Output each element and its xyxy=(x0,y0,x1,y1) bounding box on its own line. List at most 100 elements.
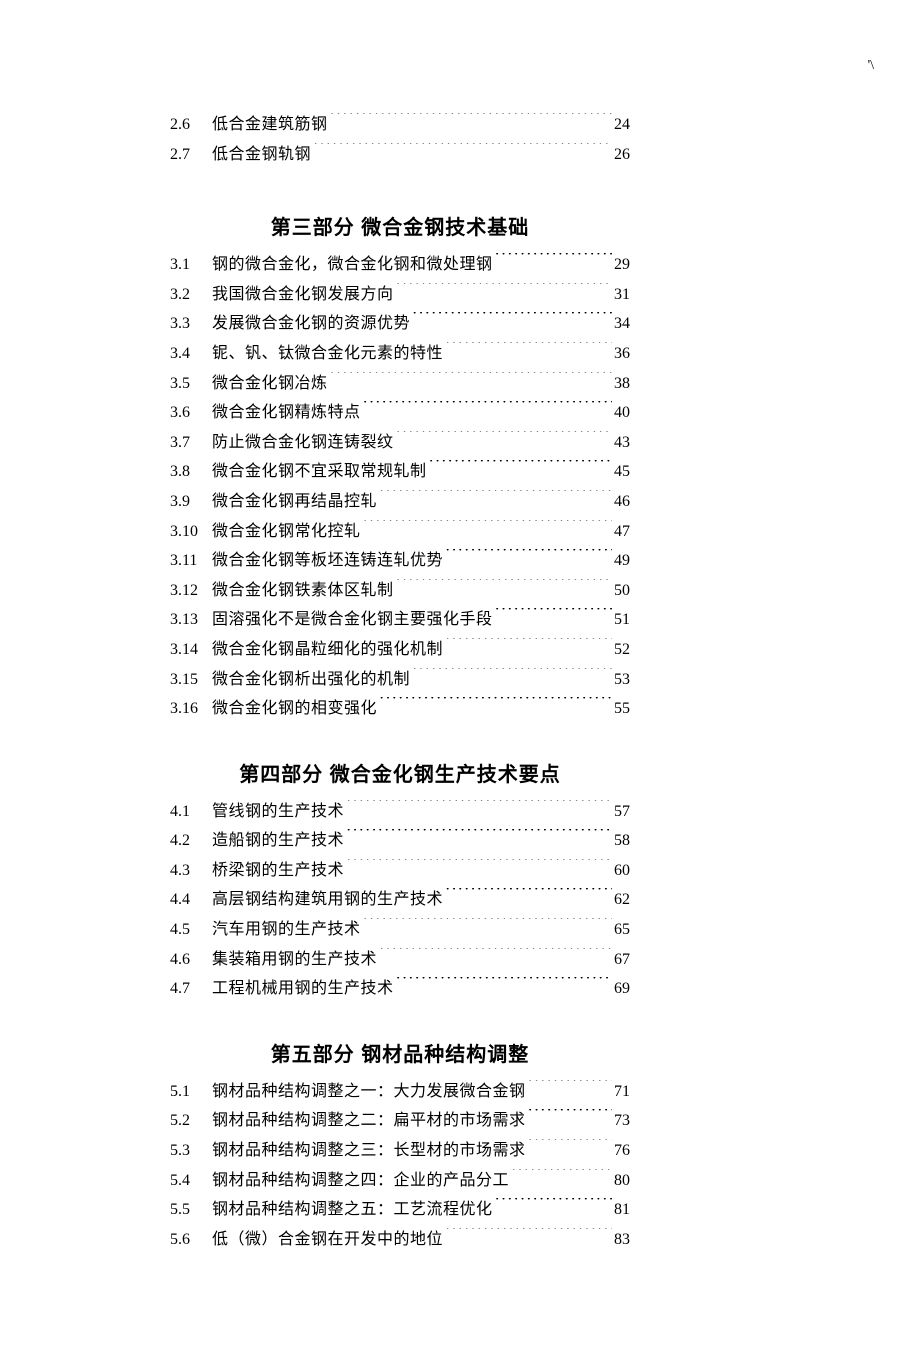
toc-entry-page: 24 xyxy=(612,110,630,140)
toc-entry-title: 钢的微合金化，微合金化钢和微处理钢 xyxy=(212,250,493,280)
toc-entry-number: 3.11 xyxy=(170,546,212,576)
toc-entry-title: 低（微）合金钢在开发中的地位 xyxy=(212,1225,443,1255)
toc-leader-dots xyxy=(394,977,612,993)
toc-leader-dots xyxy=(344,859,612,875)
toc-entry-title: 汽车用钢的生产技术 xyxy=(212,915,361,945)
toc-entry: 3.16微合金化钢的相变强化 55 xyxy=(170,694,630,724)
toc-entry-page: 36 xyxy=(612,339,630,369)
toc-entry: 2.7低合金钢轨钢26 xyxy=(170,140,630,170)
toc-entry: 3.2我国微合金化钢发展方向31 xyxy=(170,280,630,310)
toc-entry: 4.4高层钢结构建筑用钢的生产技术62 xyxy=(170,885,630,915)
toc-leader-dots xyxy=(344,800,612,816)
toc-leader-dots xyxy=(361,401,612,417)
toc-leader-dots xyxy=(377,490,612,506)
section-heading: 第四部分 微合金化钢生产技术要点 xyxy=(170,758,630,787)
toc-leader-dots xyxy=(427,460,612,476)
toc-entry-title: 微合金化钢常化控轧 xyxy=(212,517,361,547)
toc-entry-number: 3.10 xyxy=(170,517,212,547)
toc-entry: 3.14微合金化钢晶粒细化的强化机制52 xyxy=(170,635,630,665)
toc-leader-dots xyxy=(394,283,612,299)
toc-entry: 5.5钢材品种结构调整之五：工艺流程优化81 xyxy=(170,1195,630,1225)
toc-entry-number: 3.12 xyxy=(170,576,212,606)
toc-entry: 5.2钢材品种结构调整之二：扁平材的市场需求73 xyxy=(170,1106,630,1136)
toc-entry-page: 47 xyxy=(612,517,630,547)
toc-entry-title: 造船钢的生产技术 xyxy=(212,826,344,856)
toc-entry: 3.8微合金化钢不宜采取常规轧制 45 xyxy=(170,457,630,487)
toc-entry-number: 4.4 xyxy=(170,885,212,915)
toc-entry-title: 微合金化钢不宜采取常规轧制 xyxy=(212,457,427,487)
toc-entry-number: 5.3 xyxy=(170,1136,212,1166)
toc-entry-title: 微合金化钢的相变强化 xyxy=(212,694,377,724)
toc-entry-page: 71 xyxy=(612,1077,630,1107)
toc-leader-dots xyxy=(377,697,612,713)
toc-entry-number: 2.7 xyxy=(170,140,212,170)
toc-entry-number: 3.1 xyxy=(170,250,212,280)
toc-entry-title: 微合金化钢铁素体区轧制 xyxy=(212,576,394,606)
toc-entry-page: 55 xyxy=(612,694,630,724)
toc-entry-title: 管线钢的生产技术 xyxy=(212,797,344,827)
toc-leader-dots xyxy=(410,312,612,328)
toc-entry-title: 微合金化钢冶炼 xyxy=(212,369,328,399)
toc-entry-number: 3.13 xyxy=(170,605,212,635)
toc-entry-number: 4.6 xyxy=(170,945,212,975)
toc-entry-number: 4.2 xyxy=(170,826,212,856)
toc-entry-page: 73 xyxy=(612,1106,630,1136)
toc-entry-title: 工程机械用钢的生产技术 xyxy=(212,974,394,1004)
toc-entry-page: 53 xyxy=(612,665,630,695)
toc-entry-title: 微合金化钢再结晶控轧 xyxy=(212,487,377,517)
toc-entry-number: 2.6 xyxy=(170,110,212,140)
toc-entry-title: 微合金化钢等板坯连铸连轧优势 xyxy=(212,546,443,576)
toc-leader-dots xyxy=(311,143,612,159)
toc-entry-number: 3.16 xyxy=(170,694,212,724)
toc-leader-dots xyxy=(493,253,612,269)
toc-entry-title: 集装箱用钢的生产技术 xyxy=(212,945,377,975)
toc-leader-dots xyxy=(394,431,612,447)
toc-leader-dots xyxy=(509,1169,612,1185)
toc-entry-page: 69 xyxy=(612,974,630,1004)
toc-leader-dots xyxy=(443,342,612,358)
toc-entry-page: 83 xyxy=(612,1225,630,1255)
toc-entry: 4.1管线钢的生产技术57 xyxy=(170,797,630,827)
toc-entry: 3.6微合金化钢精炼特点40 xyxy=(170,398,630,428)
toc-entry-title: 高层钢结构建筑用钢的生产技术 xyxy=(212,885,443,915)
toc-entry-page: 76 xyxy=(612,1136,630,1166)
toc-entry-number: 3.7 xyxy=(170,428,212,458)
toc-entry-page: 81 xyxy=(612,1195,630,1225)
toc-entry-number: 3.4 xyxy=(170,339,212,369)
toc-entry-page: 65 xyxy=(612,915,630,945)
toc-entry-title: 防止微合金化钢连铸裂纹 xyxy=(212,428,394,458)
toc-entry-page: 45 xyxy=(612,457,630,487)
toc-entry: 5.4钢材品种结构调整之四：企业的产品分工80 xyxy=(170,1166,630,1196)
toc-entry: 3.4铌、钒、钛微合金化元素的特性 36 xyxy=(170,339,630,369)
toc-leader-dots xyxy=(443,1228,612,1244)
toc-entry-number: 5.1 xyxy=(170,1077,212,1107)
toc-entry-page: 29 xyxy=(612,250,630,280)
toc-entry-title: 微合金化钢精炼特点 xyxy=(212,398,361,428)
section-heading: 第五部分 钢材品种结构调整 xyxy=(170,1038,630,1067)
toc-leader-dots xyxy=(443,638,612,654)
toc-entry-title: 我国微合金化钢发展方向 xyxy=(212,280,394,310)
toc-entry-page: 50 xyxy=(612,576,630,606)
toc-content: 2.6低合金建筑筋钢242.7低合金钢轨钢26第三部分 微合金钢技术基础3.1钢… xyxy=(0,0,920,1354)
toc-entry: 3.3发展微合金化钢的资源优势34 xyxy=(170,309,630,339)
toc-entry-number: 4.1 xyxy=(170,797,212,827)
toc-entry: 3.1钢的微合金化，微合金化钢和微处理钢 29 xyxy=(170,250,630,280)
toc-entry-number: 3.3 xyxy=(170,309,212,339)
toc-leader-dots xyxy=(377,948,612,964)
toc-entry-page: 34 xyxy=(612,309,630,339)
toc-entry-page: 52 xyxy=(612,635,630,665)
toc-entry-number: 5.2 xyxy=(170,1106,212,1136)
toc-entry-page: 58 xyxy=(612,826,630,856)
toc-entry-number: 3.9 xyxy=(170,487,212,517)
toc-entry-title: 低合金建筑筋钢 xyxy=(212,110,328,140)
toc-entry-title: 铌、钒、钛微合金化元素的特性 xyxy=(212,339,443,369)
toc-entry-number: 4.3 xyxy=(170,856,212,886)
toc-entry-number: 3.6 xyxy=(170,398,212,428)
toc-entry: 4.6集装箱用钢的生产技术67 xyxy=(170,945,630,975)
toc-entry-title: 钢材品种结构调整之一：大力发展微合金钢 xyxy=(212,1077,526,1107)
toc-entry: 3.13固溶强化不是微合金化钢主要强化手段51 xyxy=(170,605,630,635)
toc-entry-title: 钢材品种结构调整之五：工艺流程优化 xyxy=(212,1195,493,1225)
toc-entry-page: 60 xyxy=(612,856,630,886)
toc-entry-number: 3.8 xyxy=(170,457,212,487)
toc-entry-page: 43 xyxy=(612,428,630,458)
